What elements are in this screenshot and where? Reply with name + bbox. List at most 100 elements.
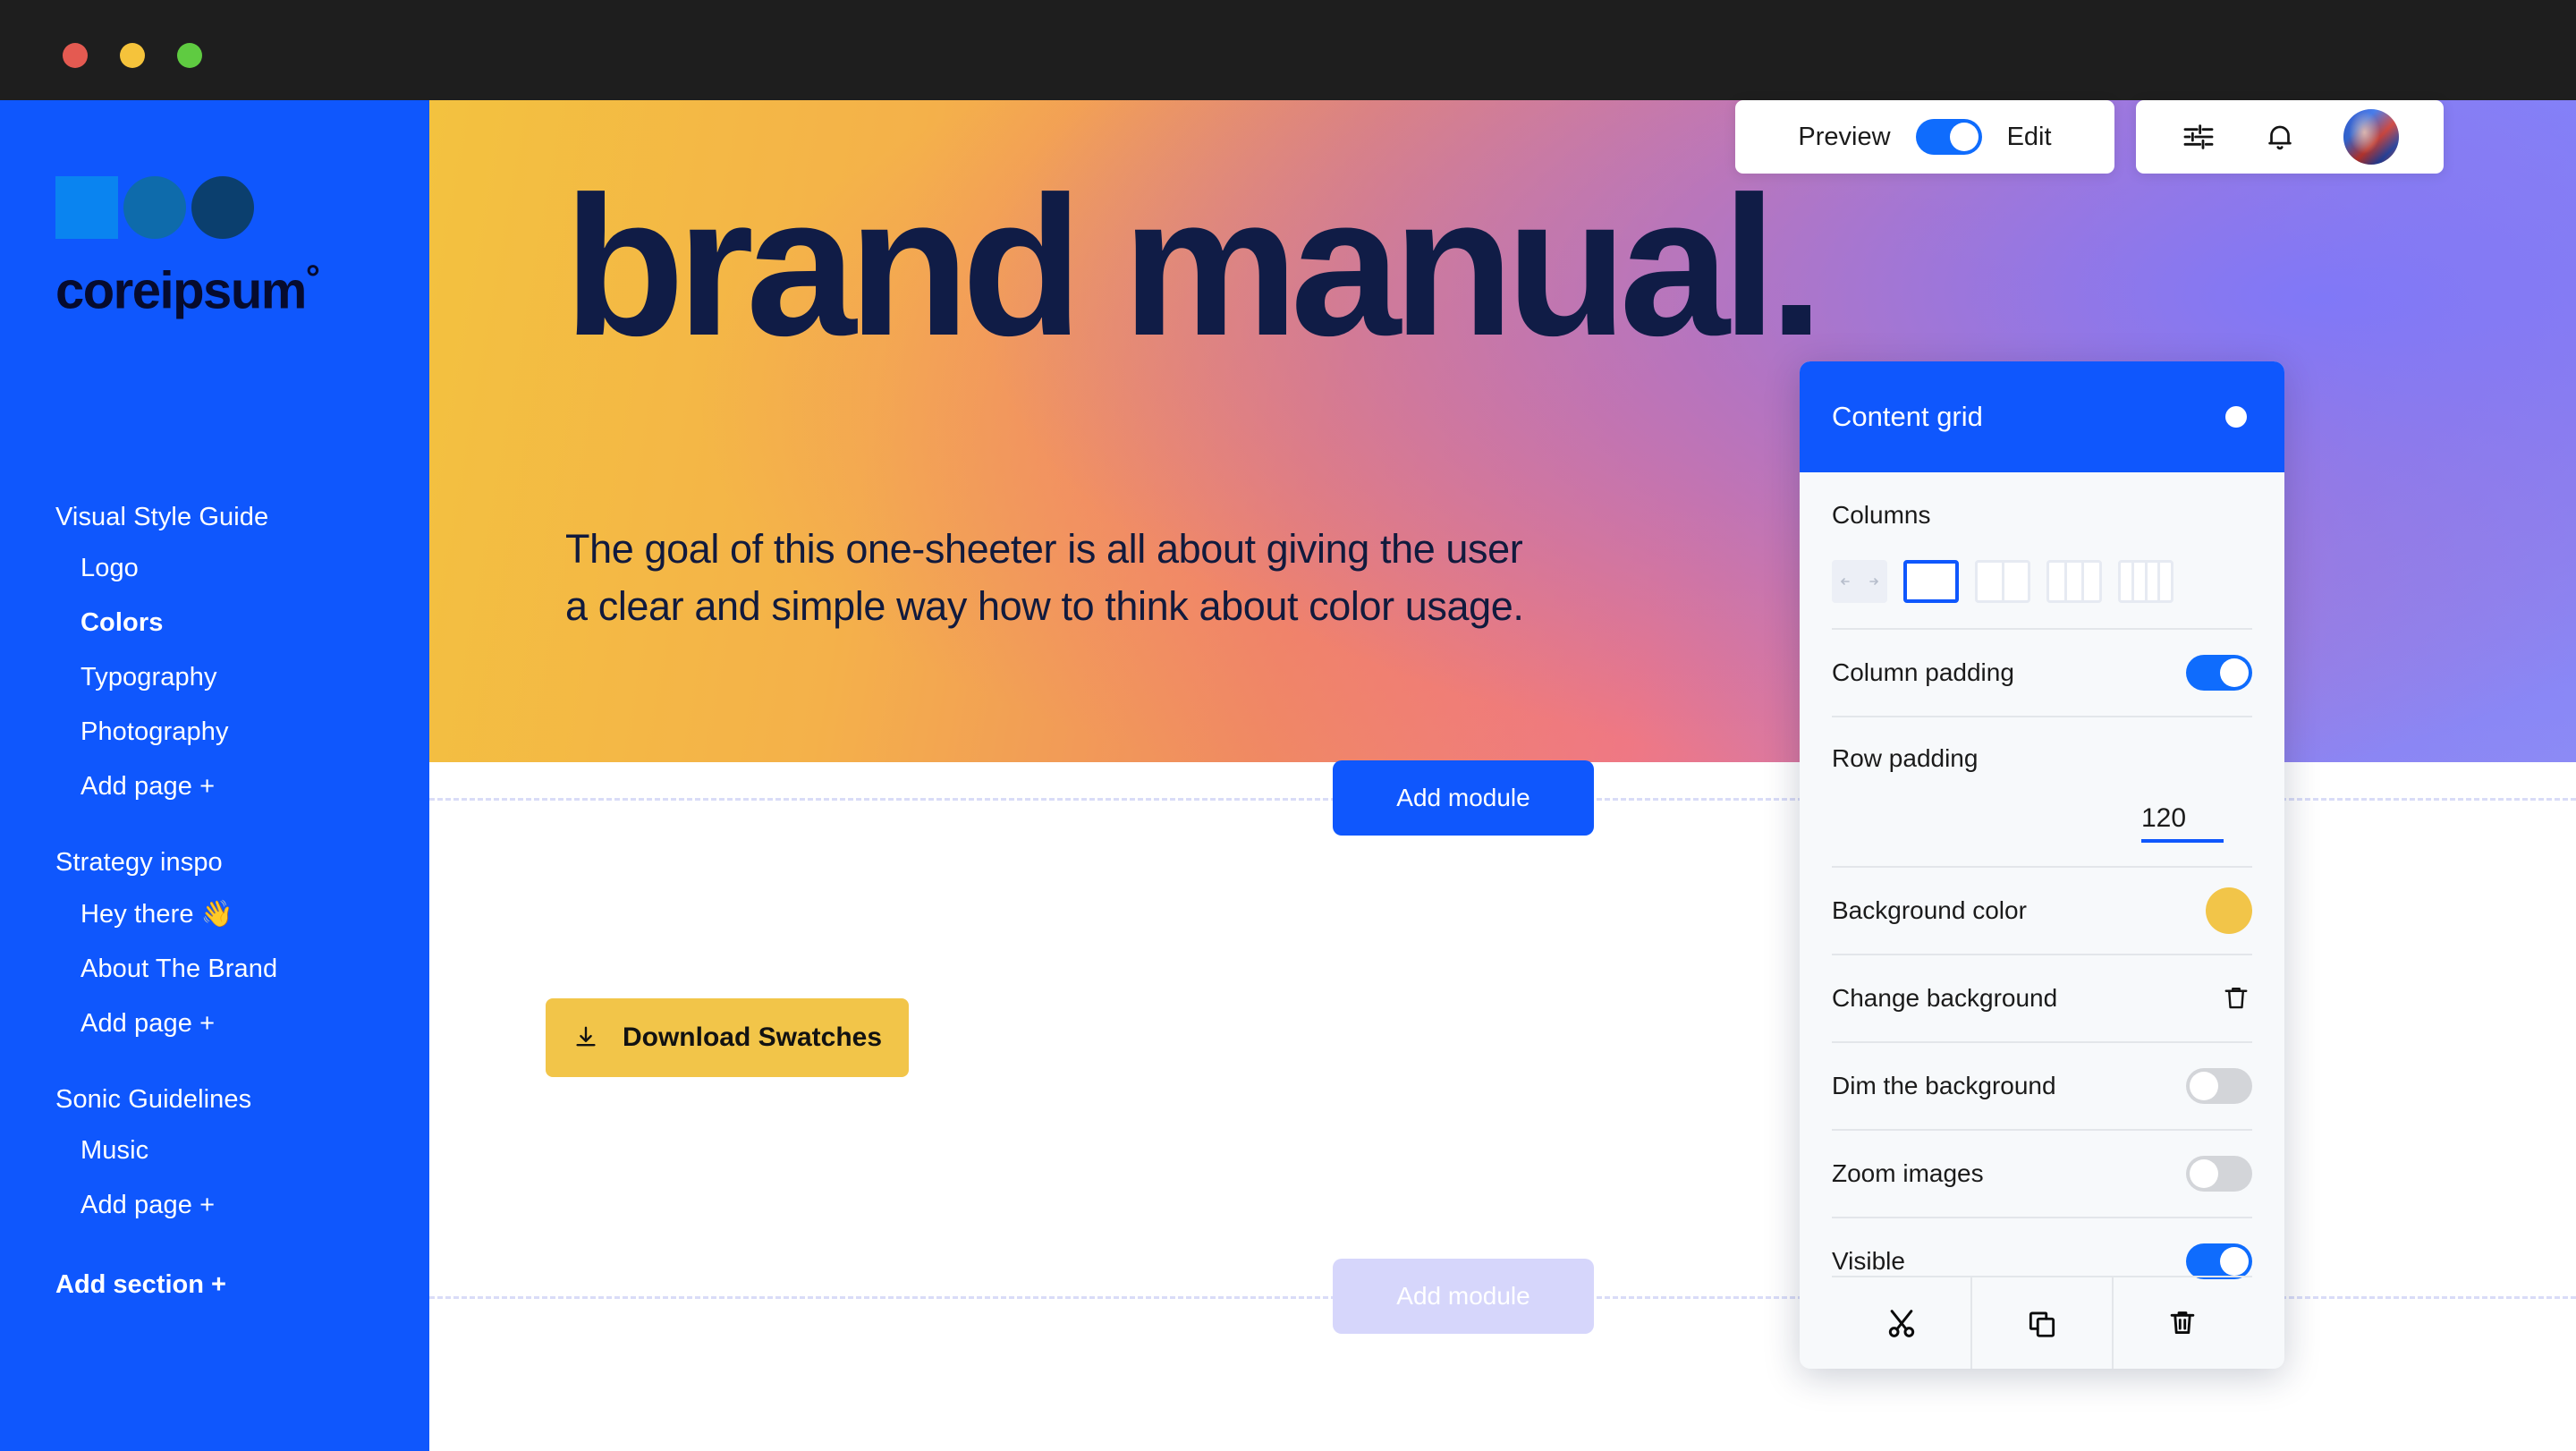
delete-icon (2165, 1306, 2199, 1340)
sidebar: coreipsum° Visual Style Guide Logo Color… (0, 100, 429, 1451)
sidebar-item-music[interactable]: Music (0, 1124, 429, 1178)
logo-wordmark: coreipsum° (55, 259, 320, 320)
nav-section-visual-style-guide[interactable]: Visual Style Guide (0, 494, 429, 541)
columns-option-2[interactable] (1975, 560, 2030, 603)
preview-edit-toggle[interactable] (1915, 119, 1982, 155)
columns-option-auto[interactable] (1832, 560, 1887, 603)
column-padding-label: Column padding (1832, 658, 2014, 686)
nav-group-strategy-inspo: Strategy inspo Hey there 👋 About The Bra… (0, 839, 429, 1051)
row-padding-options: 120 (1832, 803, 2252, 843)
row-padding-label: Row padding (1832, 744, 1979, 772)
panel-title: Content grid (1832, 401, 1983, 432)
hero-subtitle-line-2: a clear and simple way how to think abou… (565, 582, 1524, 629)
cut-button[interactable] (1832, 1277, 1973, 1369)
columns-section: Columns (1832, 472, 2252, 603)
panel-body: Columns Column padding Row padding 120 B… (1800, 472, 2284, 1304)
page-title: brand manual. (564, 156, 1824, 378)
columns-option-3[interactable] (2046, 560, 2102, 603)
dim-background-toggle[interactable] (2186, 1068, 2252, 1104)
column-segment (2084, 563, 2099, 600)
logo-square-icon (55, 176, 118, 239)
close-button[interactable] (63, 43, 88, 68)
logo-circle-dark-icon (191, 176, 254, 239)
maximize-button[interactable] (177, 43, 202, 68)
zoom-images-label: Zoom images (1832, 1159, 1984, 1187)
column-segment (2148, 563, 2161, 600)
add-section-button[interactable]: Add section + (0, 1258, 429, 1312)
row-padding-section: Row padding 120 (1832, 716, 2252, 843)
add-module-button-bottom[interactable]: Add module (1333, 1259, 1594, 1334)
nav-section-strategy-inspo[interactable]: Strategy inspo (0, 839, 429, 887)
download-icon (572, 1024, 599, 1051)
sidebar-item-add-page-2[interactable]: Add page + (0, 997, 429, 1051)
sidebar-item-about-the-brand[interactable]: About The Brand (0, 942, 429, 997)
minimize-button[interactable] (120, 43, 145, 68)
column-segment (2049, 563, 2067, 600)
visible-toggle[interactable] (2186, 1243, 2252, 1279)
preview-edit-toolbar: Preview Edit (1735, 100, 2114, 174)
column-segment (2134, 563, 2148, 600)
hero-subtitle-line-1: The goal of this one-sheeter is all abou… (565, 526, 1523, 572)
zoom-images-row: Zoom images (1832, 1129, 2252, 1217)
toggle-knob (2190, 1072, 2218, 1100)
columns-option-4[interactable] (2118, 560, 2174, 603)
columns-option-1[interactable] (1903, 560, 1959, 603)
edit-label: Edit (2006, 122, 2052, 151)
sidebar-item-typography[interactable]: Typography (0, 650, 429, 705)
preview-label: Preview (1798, 122, 1891, 151)
brand-logo[interactable]: coreipsum° (55, 176, 320, 320)
column-padding-toggle[interactable] (2186, 655, 2252, 691)
sidebar-item-photography[interactable]: Photography (0, 705, 429, 759)
toggle-knob (1949, 123, 1979, 151)
sidebar-item-colors[interactable]: Colors (0, 596, 429, 650)
nav-group-visual-style-guide: Visual Style Guide Logo Colors Typograph… (0, 494, 429, 814)
account-toolbar (2136, 100, 2444, 174)
trash-icon[interactable] (2220, 982, 2252, 1014)
sidebar-item-hey-there[interactable]: Hey there 👋 (0, 887, 429, 942)
bell-icon[interactable] (2263, 120, 2297, 154)
sidebar-item-add-page-3[interactable]: Add page + (0, 1178, 429, 1233)
columns-label: Columns (1832, 501, 1931, 529)
nav-group-sonic-guidelines: Sonic Guidelines Music Add page + (0, 1076, 429, 1233)
panel-header[interactable]: Content grid (1800, 361, 2284, 472)
column-segment (2004, 563, 2029, 600)
toggle-knob (2220, 658, 2249, 687)
dim-background-row: Dim the background (1832, 1041, 2252, 1129)
change-background-row[interactable]: Change background (1832, 954, 2252, 1041)
copy-button[interactable] (1972, 1277, 2114, 1369)
window-titlebar (0, 0, 2576, 100)
column-segment (2067, 563, 2085, 600)
nav-section-sonic-guidelines[interactable]: Sonic Guidelines (0, 1076, 429, 1124)
sidebar-nav: Visual Style Guide Logo Colors Typograph… (0, 494, 429, 1312)
sidebar-item-add-page-1[interactable]: Add page + (0, 759, 429, 814)
column-segment (1907, 564, 1955, 599)
row-padding-value-input[interactable]: 120 (2141, 803, 2224, 843)
panel-action-bar (1832, 1276, 2252, 1369)
panel-status-indicator[interactable] (2225, 406, 2247, 428)
toggle-knob (2220, 1247, 2249, 1276)
sliders-icon[interactable] (2181, 119, 2216, 155)
logo-shapes (55, 176, 318, 239)
logo-degree-mark: ° (305, 259, 320, 298)
delete-button[interactable] (2114, 1277, 2252, 1369)
add-module-button-top[interactable]: Add module (1333, 760, 1594, 836)
toggle-knob (2190, 1159, 2218, 1188)
zoom-images-toggle[interactable] (2186, 1156, 2252, 1192)
change-background-label: Change background (1832, 984, 2058, 1012)
column-segment (1978, 563, 2004, 600)
download-swatches-button[interactable]: Download Swatches (546, 998, 909, 1077)
columns-options (1832, 560, 2252, 603)
sidebar-item-logo[interactable]: Logo (0, 541, 429, 596)
content-grid-panel: Content grid Columns Column padding Row … (1800, 361, 2284, 1369)
avatar[interactable] (2343, 109, 2399, 165)
dim-background-label: Dim the background (1832, 1072, 2056, 1099)
background-color-label: Background color (1832, 896, 2027, 924)
background-color-swatch[interactable] (2206, 887, 2252, 934)
copy-icon (2025, 1306, 2059, 1340)
logo-name: coreipsum (55, 261, 307, 320)
cut-icon (1884, 1305, 1919, 1341)
visible-label: Visible (1832, 1247, 1905, 1275)
traffic-lights (63, 43, 202, 68)
column-segment (2160, 563, 2171, 600)
app-window: coreipsum° Visual Style Guide Logo Color… (0, 0, 2576, 1451)
